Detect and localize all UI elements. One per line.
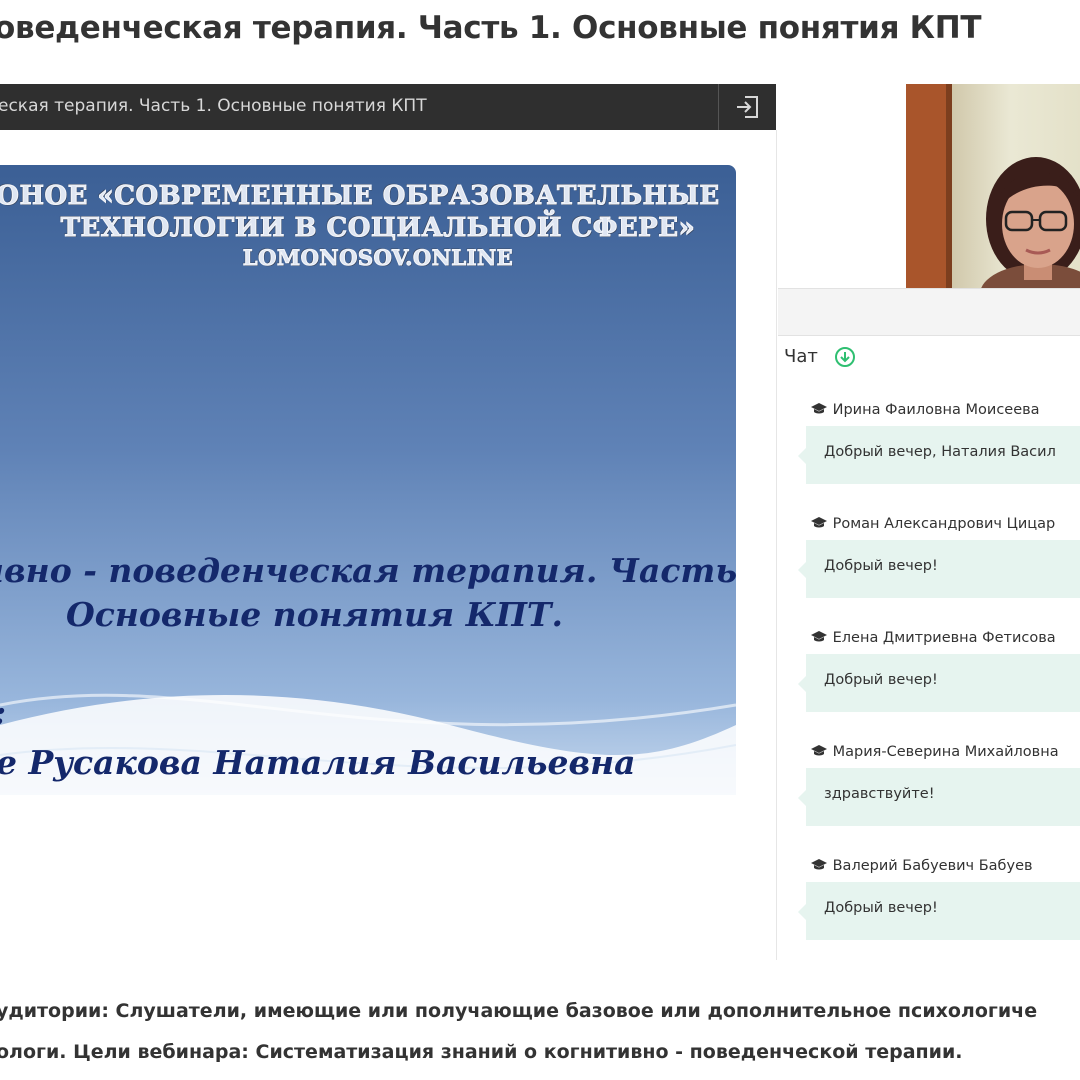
page-title: оведенческая терапия. Часть 1. Основные … xyxy=(0,10,982,46)
exit-icon xyxy=(737,96,758,118)
graduation-cap-icon xyxy=(811,517,827,528)
graduation-cap-icon xyxy=(811,631,827,642)
chat-author-name: Валерий Бабуевич Бабуев xyxy=(832,858,1033,874)
slide-lecturer-name: е Русакова Наталия Васильевна xyxy=(0,743,636,782)
chat-message: Валерий Бабуевич Бабуев Добрый вечер! xyxy=(798,858,1080,940)
chat-message-text: здравствуйте! xyxy=(798,768,1080,826)
chat-message-text: Добрый вечер! xyxy=(798,654,1080,712)
chat-title: Чат xyxy=(784,346,818,367)
graduation-cap-icon xyxy=(811,745,827,756)
chat-message: Мария-Северина Михайловна здравствуйте! xyxy=(798,744,1080,826)
slide-org-site: LOMONOSOV.ONLINE xyxy=(242,245,514,271)
slide-topic: Основные понятия КПТ. xyxy=(66,595,563,634)
slide-lecturer-label: й: xyxy=(0,693,6,732)
chat-message: Ирина Фаиловна Моисеева Добрый вечер, На… xyxy=(798,402,1080,484)
presentation-slide: ОНОЕ «СОВРЕМЕННЫЕ ОБРАЗОВАТЕЛЬНЫЕ ТЕХНОЛ… xyxy=(0,165,736,795)
chat-message: Роман Александрович Цицар Добрый вечер! xyxy=(798,516,1080,598)
course-description: ологи. Цели вебинара: Систематизация зна… xyxy=(0,1041,963,1063)
chat-author-name: Роман Александрович Цицар xyxy=(832,516,1056,532)
chat-message-text: Добрый вечер! xyxy=(798,882,1080,940)
slide-org-line: ОНОЕ «СОВРЕМЕННЫЕ ОБРАЗОВАТЕЛЬНЫЕ xyxy=(0,181,720,212)
chat-message-text: Добрый вечер! xyxy=(798,540,1080,598)
course-description: удитории: Слушатели, имеющие или получаю… xyxy=(0,1000,1038,1022)
slide-org-line: ТЕХНОЛОГИИ В СОЦИАЛЬНОЙ СФЕРЕ» xyxy=(60,213,696,244)
exit-button[interactable] xyxy=(718,84,776,130)
chat-message-author: Валерий Бабуевич Бабуев xyxy=(810,858,1080,878)
chat-message-author: Роман Александрович Цицар xyxy=(810,516,1080,536)
chat-header-strip xyxy=(778,288,1080,336)
arrow-down-circle-icon[interactable] xyxy=(834,346,856,368)
chat-author-name: Ирина Фаиловна Моисеева xyxy=(832,402,1040,418)
presenter-video-frame xyxy=(906,84,1080,288)
chat-message-text: Добрый вечер, Наталия Васил xyxy=(798,426,1080,484)
webcam-video[interactable] xyxy=(906,84,1080,288)
player-title-bar: еская терапия. Часть 1. Основные понятия… xyxy=(0,84,776,130)
presentation-area: ОНОЕ «СОВРЕМЕННЫЕ ОБРАЗОВАТЕЛЬНЫЕ ТЕХНОЛ… xyxy=(0,130,777,960)
chat-message: Елена Дмитриевна Фетисова Добрый вечер! xyxy=(798,630,1080,712)
chat-message-author: Мария-Северина Михайловна xyxy=(810,744,1080,764)
chat-message-author: Ирина Фаиловна Моисеева xyxy=(810,402,1080,422)
chat-message-author: Елена Дмитриевна Фетисова xyxy=(810,630,1080,650)
graduation-cap-icon xyxy=(811,403,827,414)
player-title: еская терапия. Часть 1. Основные понятия… xyxy=(0,96,427,116)
chat-author-name: Елена Дмитриевна Фетисова xyxy=(832,630,1056,646)
slide-topic: ивно - поведенческая терапия. Часть 1. xyxy=(0,551,736,590)
graduation-cap-icon xyxy=(811,859,827,870)
chat-author-name: Мария-Северина Михайловна xyxy=(832,744,1059,760)
